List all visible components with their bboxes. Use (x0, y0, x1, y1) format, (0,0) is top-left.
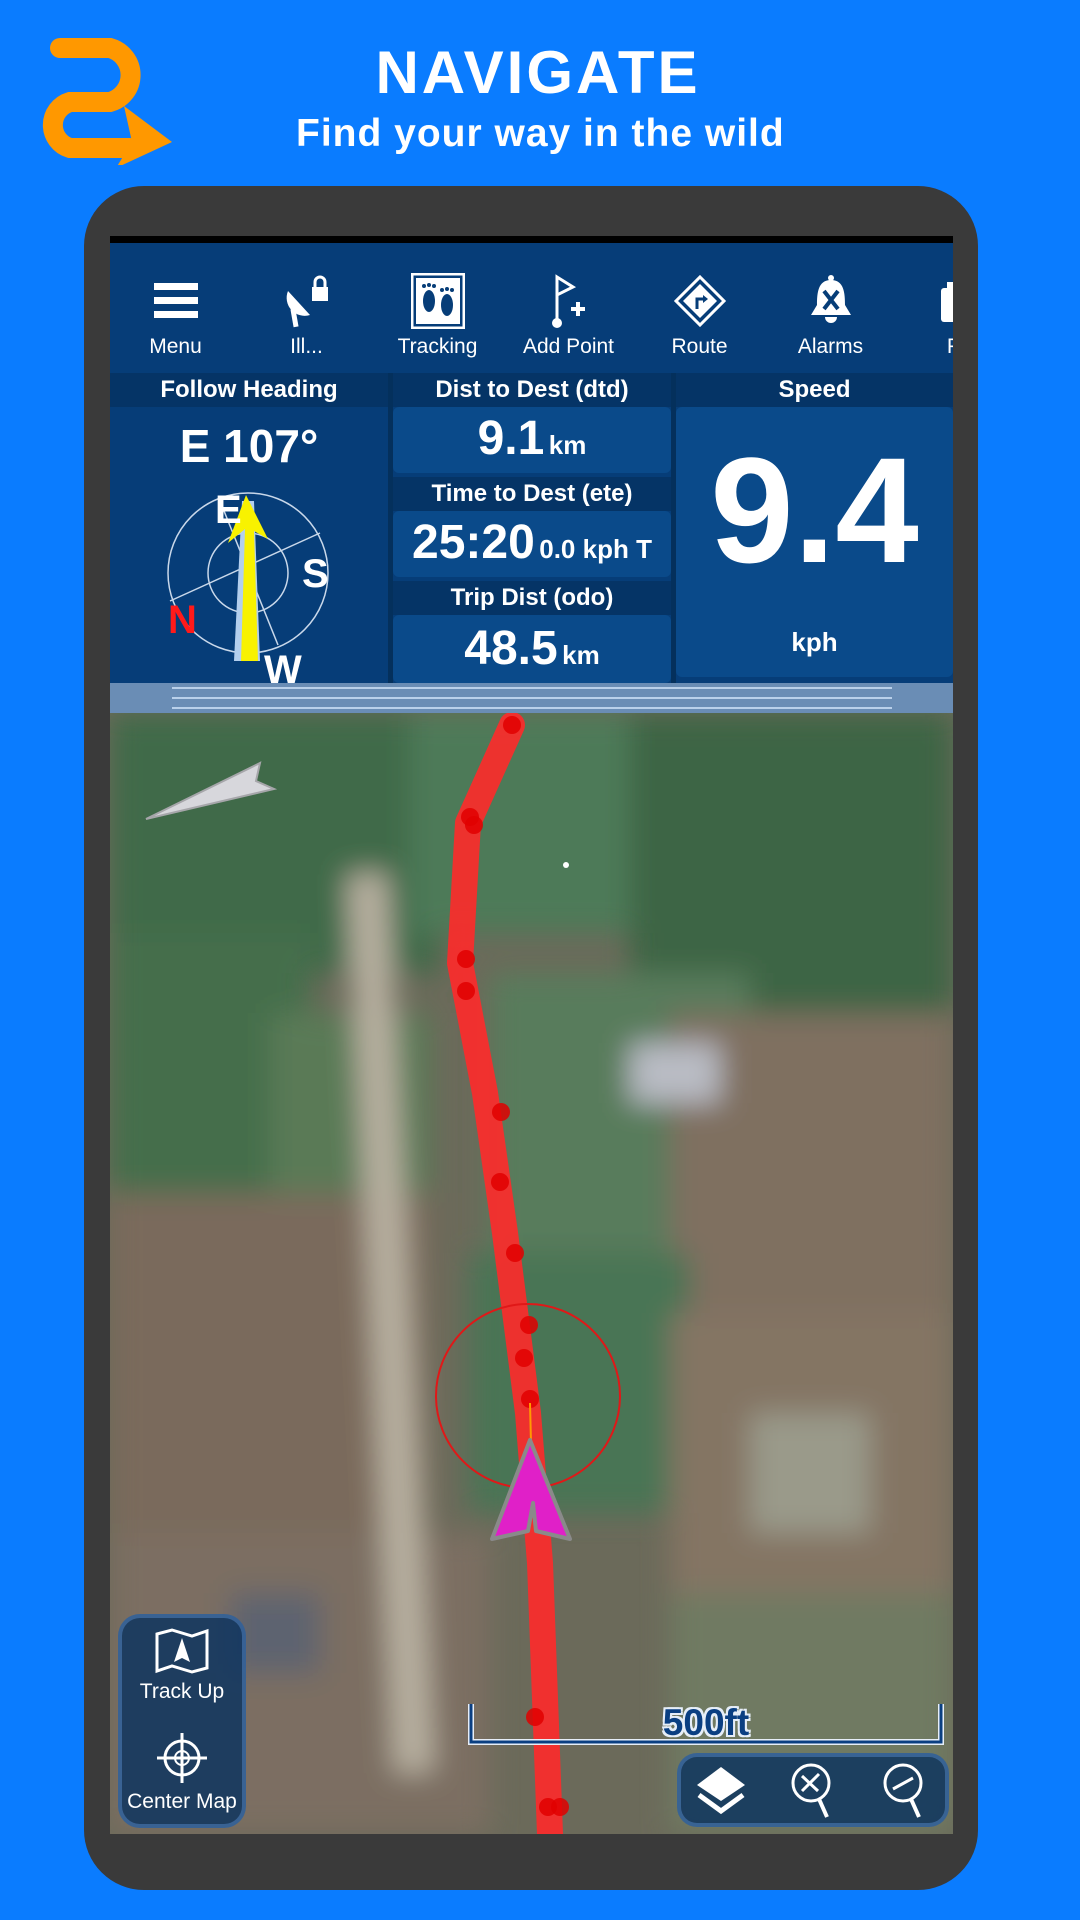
speed-value: 9.4 (710, 426, 919, 594)
toolbar-item-label: Tracking (397, 335, 478, 358)
odo-value: 48.5 (464, 622, 558, 675)
toolbar-item-label: Ill... (290, 335, 323, 358)
odo-panel[interactable]: Trip Dist (odo) 48.5 km (393, 581, 671, 683)
speed-title: Speed (676, 373, 953, 407)
toolbar-item-label: Add Point (522, 335, 615, 358)
toolbar-alarms-button[interactable]: Alarms (765, 243, 896, 373)
toolbar-item-label: Route (671, 335, 728, 358)
hero-subtitle: Find your way in the wild (296, 112, 785, 155)
speed-unit: kph (791, 627, 838, 657)
satellite-dish-lock-icon (282, 271, 332, 331)
compass-e-label: E (215, 488, 242, 532)
dtd-unit: km (548, 430, 587, 460)
dashboard: Follow Heading E 107° E S N W Dist to De… (110, 373, 953, 683)
compass-n-label: N (168, 598, 197, 642)
zoom-out-icon[interactable] (881, 1761, 933, 1821)
zoom-in-icon[interactable] (789, 1761, 841, 1821)
odo-unit: km (562, 640, 600, 670)
toolbar-picture-button[interactable]: Pic (896, 243, 953, 373)
map-track-up-icon (155, 1628, 209, 1674)
map-right-controls (677, 1753, 949, 1827)
dashboard-resize-handle[interactable] (110, 683, 953, 713)
heading-value: E 107° (179, 420, 319, 472)
map-left-controls: Track Up Center Map (118, 1614, 246, 1828)
route-sign-icon (673, 271, 726, 331)
compass-w-label: W (264, 648, 302, 683)
ete-value: 25:20 (412, 516, 535, 569)
camera-icon (937, 271, 953, 331)
toolbar-tracking-button[interactable]: Tracking (372, 243, 503, 373)
dtd-value: 9.1 (477, 412, 545, 465)
speed-panel[interactable]: Speed 9.4 kph (676, 373, 953, 683)
compass-icon: E S N W (167, 488, 329, 683)
heading-panel[interactable]: Follow Heading E 107° E S N W (110, 373, 388, 683)
track-up-button[interactable]: Track Up (122, 1628, 242, 1704)
toolbar-route-button[interactable]: Route (634, 243, 765, 373)
bell-off-icon (808, 271, 854, 331)
heading-title: Follow Heading (110, 373, 388, 407)
footprints-icon (410, 271, 465, 331)
toolbar-gps-button[interactable]: Ill... (241, 243, 372, 373)
scale-bracket-icon (468, 1704, 944, 1745)
ete-unit: 0.0 kph T (539, 534, 652, 564)
hamburger-menu-icon (153, 271, 198, 331)
center-map-button[interactable]: Center Map (122, 1732, 242, 1814)
toolbar-item-label: Pic (947, 335, 953, 359)
app-screen: Menu Ill... Tracking Add Point Route Ala… (110, 236, 953, 1834)
toolbar-menu-button[interactable]: Menu (110, 243, 241, 373)
toolbar-item-label: Alarms (797, 335, 864, 358)
dtd-title: Dist to Dest (dtd) (393, 373, 671, 407)
odo-title: Trip Dist (odo) (393, 581, 671, 615)
ete-panel[interactable]: Time to Dest (ete) 25:20 0.0 kph T (393, 477, 671, 581)
center-map-label: Center Map (127, 1790, 237, 1813)
hero-title: NAVIGATE (375, 39, 701, 106)
crosshair-icon (157, 1733, 207, 1783)
dtd-panel[interactable]: Dist to Dest (dtd) 9.1 km (393, 373, 671, 477)
top-toolbar: Menu Ill... Tracking Add Point Route Ala… (110, 243, 953, 373)
map-scale-bar: 500ft (468, 1702, 944, 1746)
toolbar-add-point-button[interactable]: Add Point (503, 243, 634, 373)
layers-icon[interactable] (693, 1763, 749, 1819)
toolbar-item-label: Menu (149, 335, 202, 358)
flag-plus-icon (549, 271, 589, 331)
compass-s-label: S (302, 552, 329, 596)
ete-title: Time to Dest (ete) (393, 477, 671, 511)
track-up-label: Track Up (139, 1680, 225, 1703)
